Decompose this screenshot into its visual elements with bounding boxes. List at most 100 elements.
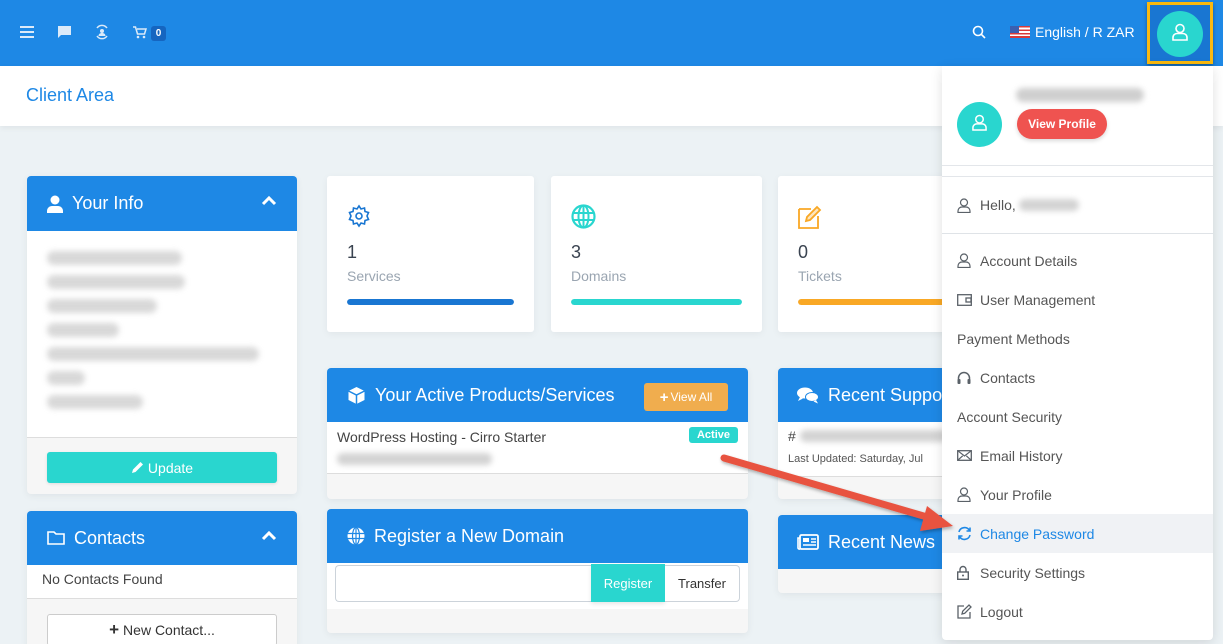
menu-item-account-security[interactable]: Account Security bbox=[942, 397, 1213, 436]
tickets-count: 0 bbox=[798, 242, 809, 262]
chevron-up-icon[interactable] bbox=[261, 190, 277, 211]
transfer-button[interactable]: Transfer bbox=[665, 565, 740, 602]
blurred-service-domain bbox=[337, 453, 492, 465]
status-badge: Active bbox=[688, 427, 738, 443]
tickets-label: Tickets bbox=[798, 268, 842, 284]
services-count: 1 bbox=[347, 242, 358, 262]
user-dropdown-menu: View Profile Hello, Account Details User… bbox=[942, 66, 1213, 640]
tickets-progress-fill bbox=[798, 299, 958, 305]
update-button[interactable]: Update bbox=[47, 452, 277, 483]
your-info-title: Your Info bbox=[72, 193, 144, 213]
envelope-icon bbox=[957, 450, 973, 461]
menu-item-your-profile[interactable]: Your Profile bbox=[942, 475, 1213, 514]
your-info-details bbox=[27, 231, 297, 438]
active-products-panel: Your Active Products/Services + View All… bbox=[327, 368, 748, 499]
menu-item-logout[interactable]: Logout bbox=[942, 592, 1213, 631]
menu-icon[interactable] bbox=[17, 22, 37, 42]
dropdown-profile-section: View Profile bbox=[942, 66, 1213, 166]
services-label: Services bbox=[347, 268, 401, 284]
folder-icon bbox=[47, 531, 65, 545]
menu-item-change-password[interactable]: Change Password bbox=[942, 514, 1213, 553]
cube-icon bbox=[347, 386, 366, 405]
chevron-up-icon[interactable] bbox=[261, 525, 277, 546]
new-contact-button[interactable]: + New Contact... bbox=[47, 614, 277, 644]
domain-search-row: Register Transfer bbox=[327, 563, 748, 609]
ticket-id: # bbox=[788, 428, 948, 444]
menu-item-label: Change Password bbox=[980, 525, 1095, 542]
user-icon bbox=[47, 195, 63, 213]
edit-icon bbox=[798, 204, 823, 234]
menu-item-user-management[interactable]: User Management bbox=[942, 280, 1213, 319]
refresh-icon bbox=[957, 526, 973, 541]
refresh-user-icon[interactable] bbox=[92, 22, 112, 42]
ticket-hash: # bbox=[788, 428, 796, 444]
menu-item-contacts[interactable]: Contacts bbox=[942, 358, 1213, 397]
menu-item-label: Email History bbox=[980, 447, 1063, 464]
recent-support-header: Recent Support Tickets bbox=[778, 368, 958, 422]
search-icon[interactable] bbox=[969, 22, 989, 42]
plus-icon: + bbox=[109, 620, 120, 639]
domains-progress-fill bbox=[571, 299, 742, 305]
view-profile-button[interactable]: View Profile bbox=[1017, 109, 1107, 139]
blurred-company-name bbox=[47, 251, 182, 265]
user-icon bbox=[972, 114, 987, 136]
blurred-area bbox=[47, 323, 119, 337]
user-icon bbox=[957, 487, 973, 502]
plus-icon: + bbox=[659, 388, 669, 406]
your-info-header[interactable]: Your Info bbox=[27, 176, 297, 231]
recent-news-title: Recent News bbox=[828, 531, 936, 552]
menu-item-account-details[interactable]: Account Details bbox=[942, 241, 1213, 280]
new-contact-label: New Contact... bbox=[123, 622, 215, 638]
domains-count: 3 bbox=[571, 242, 582, 262]
hello-greeting: Hello, bbox=[942, 176, 1213, 234]
wallet-icon bbox=[957, 293, 973, 306]
update-label: Update bbox=[147, 459, 194, 476]
menu-item-label: User Management bbox=[980, 291, 1096, 308]
recent-news-header: Recent News bbox=[778, 515, 958, 569]
lock-icon bbox=[957, 565, 973, 580]
contacts-header[interactable]: Contacts bbox=[27, 511, 297, 565]
blurred-country bbox=[47, 395, 143, 409]
menu-item-security-settings[interactable]: Security Settings bbox=[942, 553, 1213, 592]
headphones-icon bbox=[957, 371, 973, 384]
domains-label: Domains bbox=[571, 268, 627, 284]
globe-icon bbox=[571, 204, 596, 234]
globe-icon bbox=[347, 527, 365, 545]
stat-card-domains[interactable]: 3 Domains bbox=[551, 176, 762, 332]
service-name: WordPress Hosting - Cirro Starter bbox=[337, 429, 547, 445]
view-all-label: View All bbox=[670, 390, 713, 404]
register-button[interactable]: Register bbox=[591, 564, 665, 602]
register-domain-panel: Register a New Domain Register Transfer bbox=[327, 509, 748, 633]
gear-icon bbox=[347, 204, 371, 233]
contacts-panel: Contacts No Contacts Found + New Contact… bbox=[27, 511, 297, 644]
ticket-list-item[interactable]: # Last Updated: Saturday, Jul bbox=[778, 422, 958, 477]
us-flag-icon bbox=[1010, 26, 1030, 38]
recent-support-panel: Recent Support Tickets # Last Updated: S… bbox=[778, 368, 958, 499]
contacts-title: Contacts bbox=[74, 527, 146, 548]
cart-icon[interactable] bbox=[130, 22, 150, 42]
top-navbar: 0 English / R ZAR bbox=[0, 0, 1223, 66]
chat-icon[interactable] bbox=[54, 22, 74, 42]
menu-item-label: Logout bbox=[980, 603, 1023, 620]
menu-item-payment-methods[interactable]: Payment Methods bbox=[942, 319, 1213, 358]
service-list-item[interactable]: WordPress Hosting - Cirro Starter Active bbox=[327, 422, 748, 474]
menu-item-email-history[interactable]: Email History bbox=[942, 436, 1213, 475]
services-progress-bar bbox=[347, 299, 514, 305]
page-title: Client Area bbox=[26, 85, 115, 105]
blurred-ticket-subject bbox=[799, 430, 948, 442]
menu-item-label: Account Details bbox=[980, 252, 1078, 269]
blurred-account-name bbox=[1016, 88, 1144, 102]
stat-card-tickets[interactable]: 0 Tickets bbox=[778, 176, 958, 332]
stat-card-services[interactable]: 1 Services bbox=[327, 176, 534, 332]
user-menu-button[interactable] bbox=[1157, 11, 1203, 57]
ticket-last-updated: Last Updated: Saturday, Jul bbox=[788, 453, 923, 465]
view-all-button[interactable]: + View All bbox=[644, 383, 728, 411]
edit-icon bbox=[957, 604, 973, 619]
your-info-panel: Your Info Update bbox=[27, 176, 297, 494]
domain-search-input[interactable] bbox=[335, 565, 591, 602]
menu-item-label: Security Settings bbox=[980, 564, 1086, 581]
register-domain-header: Register a New Domain bbox=[327, 509, 748, 563]
tickets-progress-bar bbox=[798, 299, 958, 305]
user-icon bbox=[957, 253, 973, 268]
language-currency-selector[interactable]: English / R ZAR bbox=[1010, 22, 1135, 42]
